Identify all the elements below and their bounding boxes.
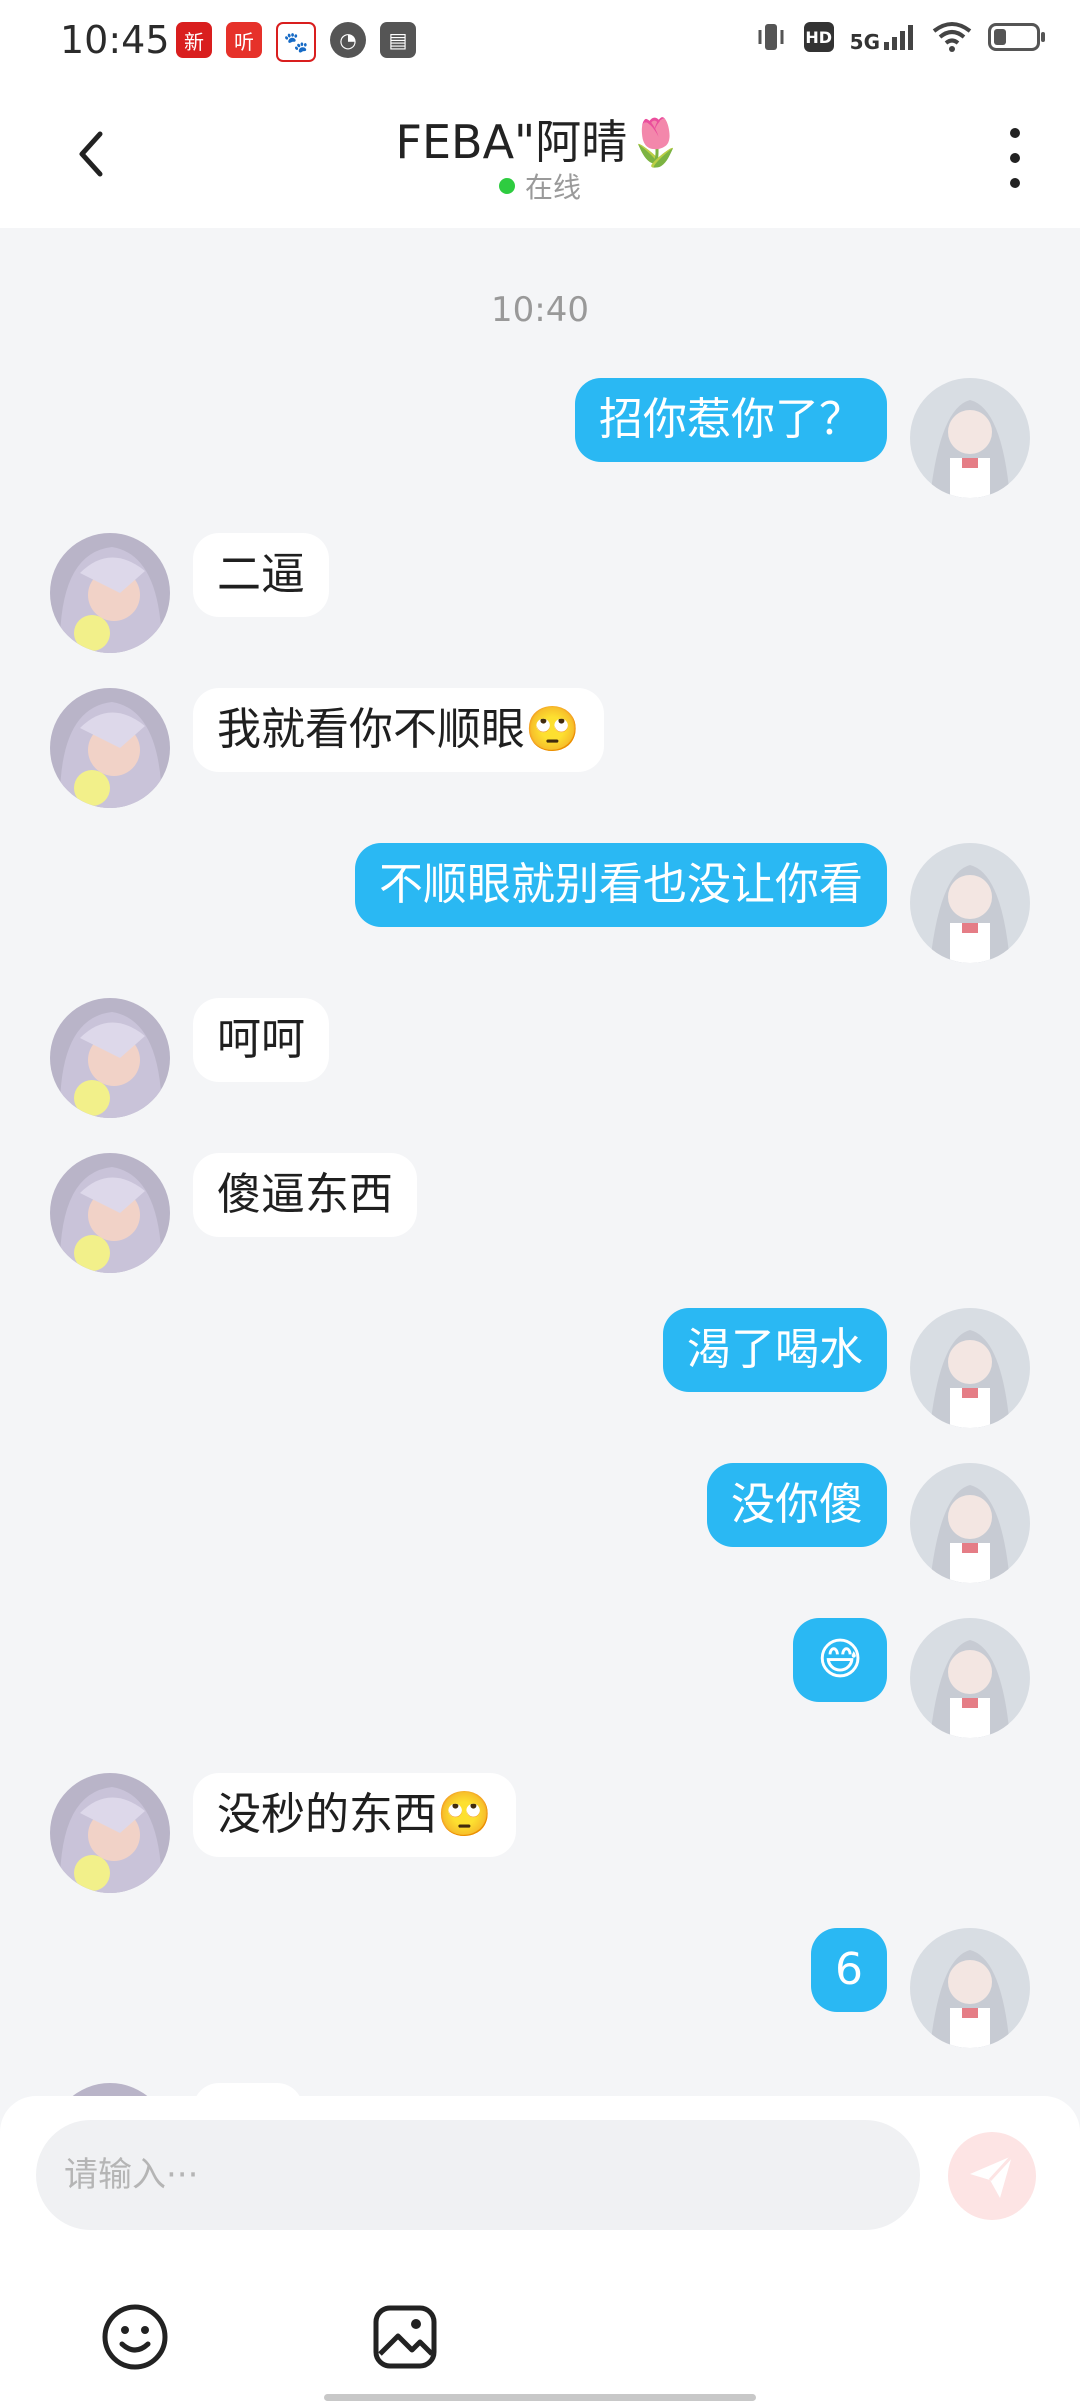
my-avatar[interactable]: [910, 1928, 1030, 2048]
outgoing-message[interactable]: 渴了喝水: [663, 1308, 887, 1392]
contact-name: FEBA"阿晴🌷: [395, 115, 685, 169]
my-avatar[interactable]: [910, 1308, 1030, 1428]
online-dot: [498, 178, 515, 194]
outgoing-message[interactable]: 6: [811, 1928, 887, 2012]
speed-app-icon: ◔: [330, 22, 366, 58]
battery-icon: [988, 23, 1045, 51]
emoji-button[interactable]: [100, 2302, 170, 2372]
send-icon: [970, 2154, 1014, 2198]
system-indicators: HD 5G: [754, 20, 1045, 54]
message-row: 没秒的东西🙄: [0, 1773, 1080, 1893]
home-indicator[interactable]: [324, 2394, 756, 2401]
incoming-message[interactable]: 傻逼东西: [193, 1153, 417, 1237]
message-row: 不顺眼就别看也没让你看: [0, 843, 1080, 963]
incoming-message[interactable]: [193, 2083, 303, 2096]
more-dot: [1010, 178, 1020, 188]
message-row: 呵呵: [0, 998, 1080, 1118]
listen-app-icon: 听: [226, 22, 262, 58]
contact-avatar[interactable]: [50, 1153, 170, 1273]
contact-avatar[interactable]: [50, 998, 170, 1118]
presence-status: 在线: [0, 166, 1080, 206]
status-time: 10:45: [60, 18, 170, 62]
message-input[interactable]: [36, 2120, 920, 2230]
vibrate-icon: [758, 24, 784, 50]
hd-badge: HD: [803, 22, 834, 52]
message-row: 6: [0, 1928, 1080, 2048]
contact-avatar[interactable]: [50, 1773, 170, 1893]
message-row-partial: [0, 2083, 1080, 2096]
status-bar: 10:45 新 听 🐾 ◔ ▤ HD 5G: [0, 0, 1080, 84]
incoming-message[interactable]: 我就看你不顺眼🙄: [193, 688, 604, 772]
presence-label: 在线: [524, 171, 581, 204]
message-composer: [0, 2096, 1080, 2408]
incoming-message[interactable]: 呵呵: [193, 998, 329, 1082]
my-avatar[interactable]: [910, 843, 1030, 963]
message-row: 招你惹你了？: [0, 378, 1080, 498]
message-list[interactable]: 10:40 招你惹你了？ 二逼 我就看你不顺眼🙄 不顺眼就别看也没让你看 呵呵 …: [0, 228, 1080, 2096]
incoming-message[interactable]: 没秒的东西🙄: [193, 1773, 516, 1857]
message-row: 😅: [0, 1618, 1080, 1738]
message-timestamp: 10:40: [491, 290, 589, 330]
image-icon: [373, 2305, 437, 2369]
image-button[interactable]: [370, 2302, 440, 2372]
message-row: 没你傻: [0, 1463, 1080, 1583]
news-app-icon: 新: [176, 22, 212, 58]
message-row: 傻逼东西: [0, 1153, 1080, 1273]
message-row: 我就看你不顺眼🙄: [0, 688, 1080, 808]
more-dot: [1010, 153, 1020, 163]
incoming-message[interactable]: 二逼: [193, 533, 329, 617]
signal-icon: [884, 25, 913, 50]
chat-header: FEBA"阿晴🌷 在线: [0, 84, 1080, 228]
my-avatar[interactable]: [910, 1618, 1030, 1738]
contact-avatar[interactable]: [50, 688, 170, 808]
message-row: 二逼: [0, 533, 1080, 653]
outgoing-message[interactable]: 没你傻: [707, 1463, 887, 1547]
send-button[interactable]: [948, 2132, 1036, 2220]
smiley-icon: [102, 2304, 168, 2370]
more-options-button[interactable]: [1000, 128, 1030, 188]
my-avatar[interactable]: [910, 1463, 1030, 1583]
network-type-label: 5G: [849, 30, 880, 54]
contact-avatar[interactable]: [50, 533, 170, 653]
signal-indicator: 5G: [850, 22, 916, 52]
outgoing-message[interactable]: 招你惹你了？: [575, 378, 887, 462]
message-row: 渴了喝水: [0, 1308, 1080, 1428]
more-dot: [1010, 128, 1020, 138]
baidu-app-icon: 🐾: [276, 22, 316, 62]
contact-avatar[interactable]: [50, 2083, 170, 2096]
wallet-app-icon: ▤: [380, 22, 416, 58]
outgoing-message[interactable]: 不顺眼就别看也没让你看: [355, 843, 887, 927]
notification-icons: 新 听 🐾 ◔ ▤: [176, 22, 416, 62]
wifi-icon: [932, 22, 972, 52]
my-avatar[interactable]: [910, 378, 1030, 498]
outgoing-message[interactable]: 😅: [793, 1618, 887, 1702]
